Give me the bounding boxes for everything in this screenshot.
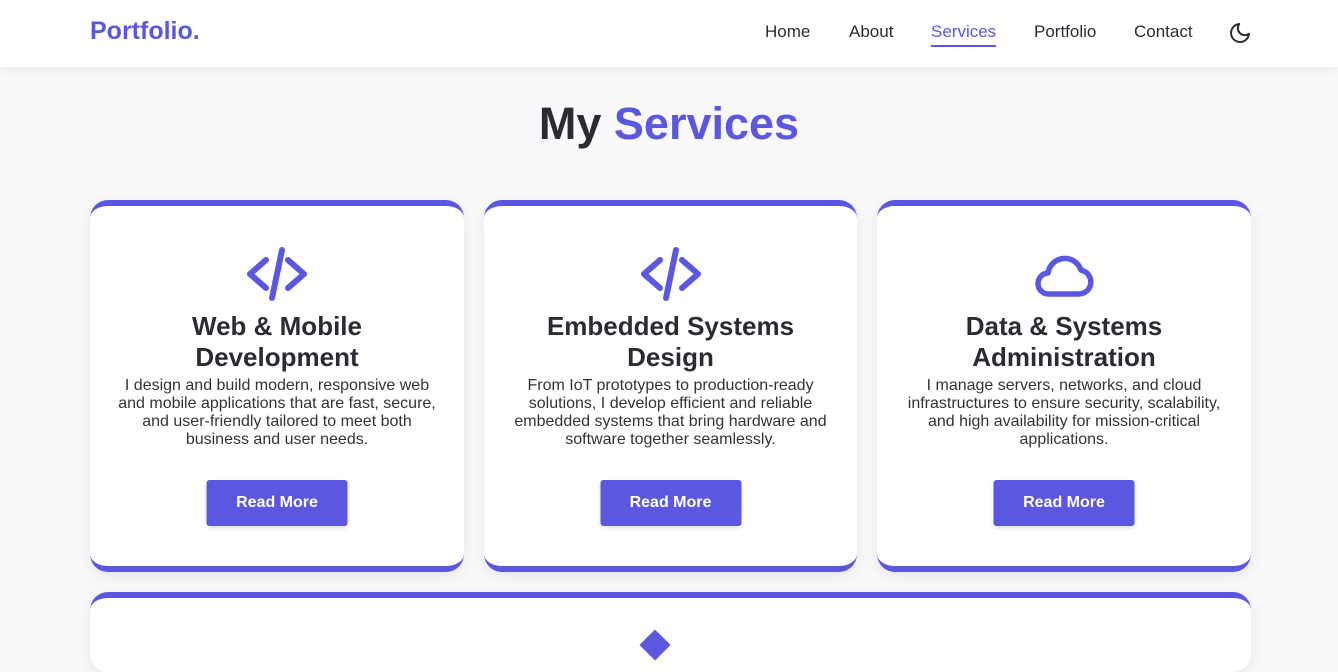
service-icon-wrap (484, 244, 857, 304)
navbar: Portfolio. Home About Services Portfolio… (0, 0, 1338, 67)
nav-contact-link[interactable]: Contact (1134, 22, 1193, 45)
section-title-plain: My (538, 98, 602, 149)
service-title: Data & Systems Administration (965, 311, 1163, 372)
read-more-button[interactable]: Read More (600, 480, 741, 526)
section-title: My Services (0, 98, 1338, 150)
service-card-data: Data & Systems Administration I manage s… (877, 200, 1251, 572)
nav-services-link[interactable]: Services (931, 22, 997, 47)
read-more-button[interactable]: Read More (206, 480, 348, 526)
service-title: Web & Mobile Development (192, 311, 362, 372)
code-icon (247, 247, 307, 301)
service-description: I design and build modern, responsive we… (118, 377, 436, 448)
cloud-icon (1035, 255, 1094, 297)
nav-about-link[interactable]: About (849, 22, 893, 45)
code-icon (640, 247, 701, 301)
service-card-partial (90, 592, 1251, 672)
nav-home-link[interactable]: Home (765, 22, 810, 45)
service-description: From IoT prototypes to production-ready … (514, 377, 827, 448)
diamond-icon (639, 629, 671, 661)
nav-portfolio-link[interactable]: Portfolio (1034, 22, 1096, 45)
nav-links: Home About Services Portfolio Contact (0, 22, 1338, 47)
service-description: I manage servers, networks, and cloud in… (907, 377, 1221, 448)
section-title-accent: Services (613, 98, 800, 149)
read-more-button[interactable]: Read More (993, 480, 1135, 526)
service-card-embedded: Embedded Systems Design From IoT prototy… (484, 200, 857, 572)
service-title: Embedded Systems Design (546, 311, 795, 372)
moon-icon (1230, 23, 1250, 43)
service-icon-wrap (877, 244, 1251, 304)
theme-toggle-button[interactable] (1226, 19, 1254, 47)
service-card-web: Web & Mobile Development I design and bu… (90, 200, 464, 572)
service-icon-wrap (90, 244, 464, 304)
